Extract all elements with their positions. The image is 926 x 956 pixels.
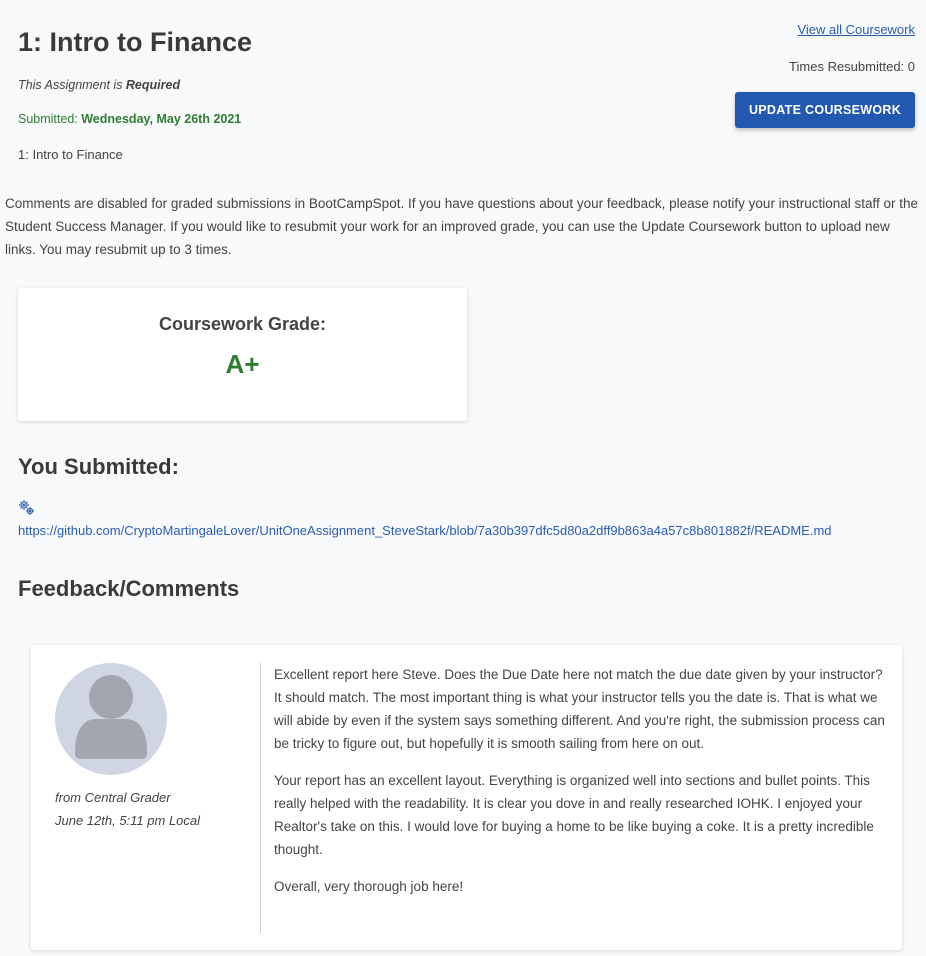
update-coursework-button[interactable]: UPDATE COURSEWORK <box>735 92 915 128</box>
submitted-date-value: Wednesday, May 26th 2021 <box>81 112 242 126</box>
grade-label: Coursework Grade: <box>158 314 327 334</box>
submitted-label: Submitted: <box>18 112 82 126</box>
you-submitted-heading: You Submitted: <box>18 454 179 479</box>
page-title: 1: Intro to Finance <box>18 27 253 57</box>
requirement-prefix: This Assignment is <box>18 78 126 92</box>
requirement-value: Required <box>125 78 181 92</box>
grade-value: A+ <box>225 349 260 379</box>
feedback-timestamp: June 12th, 5:11 pm Local <box>55 813 201 828</box>
grade-card: Coursework Grade: A+ <box>18 288 467 421</box>
assignment-requirement: This Assignment is Required <box>18 78 180 92</box>
avatar <box>55 663 167 775</box>
times-resubmitted: Times Resubmitted: 0 <box>789 59 915 74</box>
submission-link[interactable]: https://github.com/CryptoMartingaleLover… <box>18 523 832 538</box>
comment-paragraph: Your report has an excellent layout. Eve… <box>274 773 874 857</box>
grader-name: from Central Grader <box>55 790 171 805</box>
comment-paragraph: Overall, very thorough job here! <box>274 879 464 894</box>
feedback-card: from Central Grader June 12th, 5:11 pm L… <box>31 645 902 950</box>
grader-meta: from Central Grader June 12th, 5:11 pm L… <box>55 786 200 832</box>
feedback-heading: Feedback/Comments <box>18 576 240 601</box>
person-icon <box>75 675 147 759</box>
link-gears-icon <box>18 500 36 516</box>
view-all-coursework-link[interactable]: View all Coursework <box>797 22 915 37</box>
submission-date: Submitted: Wednesday, May 26th 2021 <box>18 112 241 126</box>
feedback-divider <box>260 663 261 933</box>
comments-disabled-notice: Comments are disabled for graded submiss… <box>5 196 919 257</box>
comment-paragraph: Excellent report here Steve. Does the Du… <box>274 667 885 751</box>
feedback-comments: Excellent report here Steve. Does the Du… <box>274 663 886 912</box>
assignment-subtitle: 1: Intro to Finance <box>18 147 123 162</box>
